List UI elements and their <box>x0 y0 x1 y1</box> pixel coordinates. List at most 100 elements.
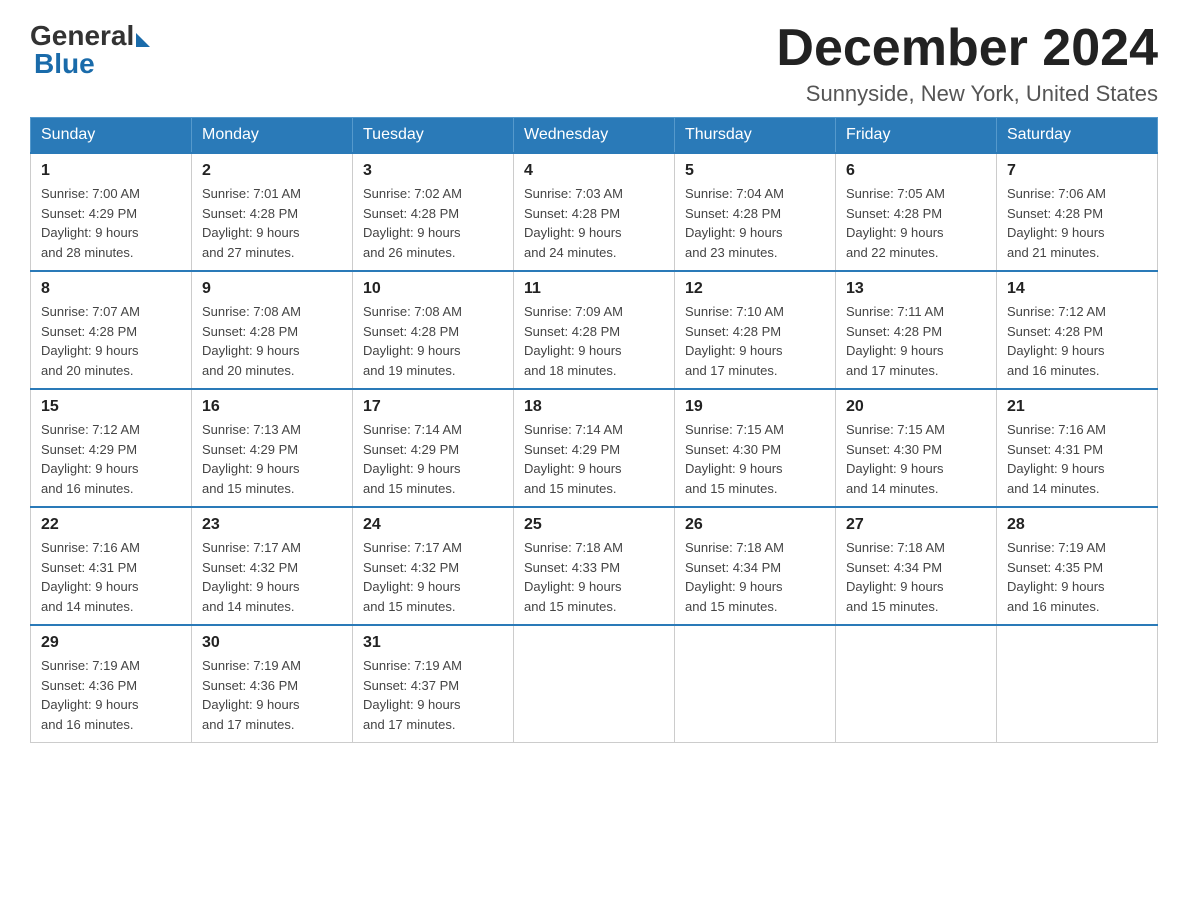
calendar-cell: 4 Sunrise: 7:03 AMSunset: 4:28 PMDaylight… <box>514 153 675 271</box>
day-number: 6 <box>846 162 986 180</box>
day-number: 13 <box>846 280 986 298</box>
day-info: Sunrise: 7:19 AMSunset: 4:36 PMDaylight:… <box>41 656 181 734</box>
day-number: 12 <box>685 280 825 298</box>
calendar-cell: 5Sunrise: 7:04 AMSunset: 4:28 PMDaylight… <box>675 153 836 271</box>
day-number: 5 <box>685 162 825 180</box>
day-info: Sunrise: 7:18 AMSunset: 4:34 PMDaylight:… <box>685 538 825 616</box>
calendar-header-tuesday: Tuesday <box>353 118 514 154</box>
calendar-cell: 21 Sunrise: 7:16 AMSunset: 4:31 PMDayligh… <box>997 389 1158 507</box>
day-number: 16 <box>202 398 342 416</box>
page-header: General Blue December 2024 Sunnyside, Ne… <box>30 20 1158 107</box>
day-number: 10 <box>363 280 503 298</box>
calendar-cell: 18 Sunrise: 7:14 AMSunset: 4:29 PMDayligh… <box>514 389 675 507</box>
day-number: 14 <box>1007 280 1147 298</box>
day-number: 15 <box>41 398 181 416</box>
location-subtitle: Sunnyside, New York, United States <box>776 81 1158 107</box>
day-info: Sunrise: 7:08 AMSunset: 4:28 PMDaylight:… <box>202 302 342 380</box>
day-number: 1 <box>41 162 181 180</box>
calendar-cell: 30Sunrise: 7:19 AMSunset: 4:36 PMDayligh… <box>192 625 353 743</box>
calendar-cell: 27 Sunrise: 7:18 AMSunset: 4:34 PMDayligh… <box>836 507 997 625</box>
day-info: Sunrise: 7:17 AMSunset: 4:32 PMDaylight:… <box>202 538 342 616</box>
calendar-cell <box>514 625 675 743</box>
day-info: Sunrise: 7:14 AMSunset: 4:29 PMDaylight:… <box>363 420 503 498</box>
calendar-cell: 31 Sunrise: 7:19 AMSunset: 4:37 PMDayligh… <box>353 625 514 743</box>
day-number: 26 <box>685 516 825 534</box>
day-info: Sunrise: 7:08 AMSunset: 4:28 PMDaylight:… <box>363 302 503 380</box>
day-info: Sunrise: 7:09 AMSunset: 4:28 PMDaylight:… <box>524 302 664 380</box>
calendar-cell <box>997 625 1158 743</box>
day-number: 23 <box>202 516 342 534</box>
logo-arrow-icon <box>136 33 150 47</box>
calendar-header-friday: Friday <box>836 118 997 154</box>
calendar-cell: 1 Sunrise: 7:00 AMSunset: 4:29 PMDaylight… <box>31 153 192 271</box>
day-info: Sunrise: 7:01 AMSunset: 4:28 PMDaylight:… <box>202 184 342 262</box>
day-number: 31 <box>363 634 503 652</box>
calendar-cell: 11 Sunrise: 7:09 AMSunset: 4:28 PMDayligh… <box>514 271 675 389</box>
day-info: Sunrise: 7:10 AMSunset: 4:28 PMDaylight:… <box>685 302 825 380</box>
calendar-cell: 13 Sunrise: 7:11 AMSunset: 4:28 PMDayligh… <box>836 271 997 389</box>
day-info: Sunrise: 7:02 AMSunset: 4:28 PMDaylight:… <box>363 184 503 262</box>
day-info: Sunrise: 7:12 AMSunset: 4:28 PMDaylight:… <box>1007 302 1147 380</box>
calendar-cell: 2 Sunrise: 7:01 AMSunset: 4:28 PMDaylight… <box>192 153 353 271</box>
day-info: Sunrise: 7:16 AMSunset: 4:31 PMDaylight:… <box>1007 420 1147 498</box>
day-number: 2 <box>202 162 342 180</box>
calendar-week-row: 8Sunrise: 7:07 AMSunset: 4:28 PMDaylight… <box>31 271 1158 389</box>
calendar-cell: 9 Sunrise: 7:08 AMSunset: 4:28 PMDaylight… <box>192 271 353 389</box>
day-number: 21 <box>1007 398 1147 416</box>
day-info: Sunrise: 7:18 AMSunset: 4:33 PMDaylight:… <box>524 538 664 616</box>
day-info: Sunrise: 7:05 AMSunset: 4:28 PMDaylight:… <box>846 184 986 262</box>
calendar-cell: 14 Sunrise: 7:12 AMSunset: 4:28 PMDayligh… <box>997 271 1158 389</box>
calendar-cell <box>836 625 997 743</box>
day-number: 22 <box>41 516 181 534</box>
calendar-cell: 28Sunrise: 7:19 AMSunset: 4:35 PMDayligh… <box>997 507 1158 625</box>
calendar-cell: 17 Sunrise: 7:14 AMSunset: 4:29 PMDayligh… <box>353 389 514 507</box>
calendar-header-wednesday: Wednesday <box>514 118 675 154</box>
calendar-cell: 8Sunrise: 7:07 AMSunset: 4:28 PMDaylight… <box>31 271 192 389</box>
day-info: Sunrise: 7:06 AMSunset: 4:28 PMDaylight:… <box>1007 184 1147 262</box>
calendar-week-row: 15 Sunrise: 7:12 AMSunset: 4:29 PMDayligh… <box>31 389 1158 507</box>
day-info: Sunrise: 7:19 AMSunset: 4:36 PMDaylight:… <box>202 656 342 734</box>
calendar-table: SundayMondayTuesdayWednesdayThursdayFrid… <box>30 117 1158 743</box>
day-info: Sunrise: 7:03 AMSunset: 4:28 PMDaylight:… <box>524 184 664 262</box>
day-number: 11 <box>524 280 664 298</box>
logo: General Blue <box>30 20 150 80</box>
calendar-week-row: 29 Sunrise: 7:19 AMSunset: 4:36 PMDayligh… <box>31 625 1158 743</box>
day-number: 25 <box>524 516 664 534</box>
day-number: 19 <box>685 398 825 416</box>
day-info: Sunrise: 7:17 AMSunset: 4:32 PMDaylight:… <box>363 538 503 616</box>
calendar-cell: 19 Sunrise: 7:15 AMSunset: 4:30 PMDayligh… <box>675 389 836 507</box>
logo-blue-text: Blue <box>34 48 95 80</box>
day-info: Sunrise: 7:14 AMSunset: 4:29 PMDaylight:… <box>524 420 664 498</box>
day-info: Sunrise: 7:11 AMSunset: 4:28 PMDaylight:… <box>846 302 986 380</box>
calendar-cell: 20Sunrise: 7:15 AMSunset: 4:30 PMDayligh… <box>836 389 997 507</box>
day-info: Sunrise: 7:15 AMSunset: 4:30 PMDaylight:… <box>685 420 825 498</box>
calendar-cell: 22 Sunrise: 7:16 AMSunset: 4:31 PMDayligh… <box>31 507 192 625</box>
calendar-cell <box>675 625 836 743</box>
calendar-cell: 16 Sunrise: 7:13 AMSunset: 4:29 PMDayligh… <box>192 389 353 507</box>
calendar-cell: 3 Sunrise: 7:02 AMSunset: 4:28 PMDaylight… <box>353 153 514 271</box>
calendar-week-row: 1 Sunrise: 7:00 AMSunset: 4:29 PMDaylight… <box>31 153 1158 271</box>
calendar-cell: 23 Sunrise: 7:17 AMSunset: 4:32 PMDayligh… <box>192 507 353 625</box>
day-info: Sunrise: 7:16 AMSunset: 4:31 PMDaylight:… <box>41 538 181 616</box>
day-number: 3 <box>363 162 503 180</box>
day-number: 9 <box>202 280 342 298</box>
day-number: 18 <box>524 398 664 416</box>
day-number: 4 <box>524 162 664 180</box>
day-info: Sunrise: 7:12 AMSunset: 4:29 PMDaylight:… <box>41 420 181 498</box>
calendar-cell: 12 Sunrise: 7:10 AMSunset: 4:28 PMDayligh… <box>675 271 836 389</box>
day-info: Sunrise: 7:00 AMSunset: 4:29 PMDaylight:… <box>41 184 181 262</box>
day-number: 7 <box>1007 162 1147 180</box>
calendar-cell: 25 Sunrise: 7:18 AMSunset: 4:33 PMDayligh… <box>514 507 675 625</box>
calendar-cell: 15 Sunrise: 7:12 AMSunset: 4:29 PMDayligh… <box>31 389 192 507</box>
day-number: 29 <box>41 634 181 652</box>
day-number: 27 <box>846 516 986 534</box>
day-number: 24 <box>363 516 503 534</box>
day-number: 17 <box>363 398 503 416</box>
calendar-header-row: SundayMondayTuesdayWednesdayThursdayFrid… <box>31 118 1158 154</box>
day-info: Sunrise: 7:19 AMSunset: 4:37 PMDaylight:… <box>363 656 503 734</box>
calendar-header-saturday: Saturday <box>997 118 1158 154</box>
calendar-cell: 24 Sunrise: 7:17 AMSunset: 4:32 PMDayligh… <box>353 507 514 625</box>
day-info: Sunrise: 7:18 AMSunset: 4:34 PMDaylight:… <box>846 538 986 616</box>
day-info: Sunrise: 7:13 AMSunset: 4:29 PMDaylight:… <box>202 420 342 498</box>
calendar-header-monday: Monday <box>192 118 353 154</box>
